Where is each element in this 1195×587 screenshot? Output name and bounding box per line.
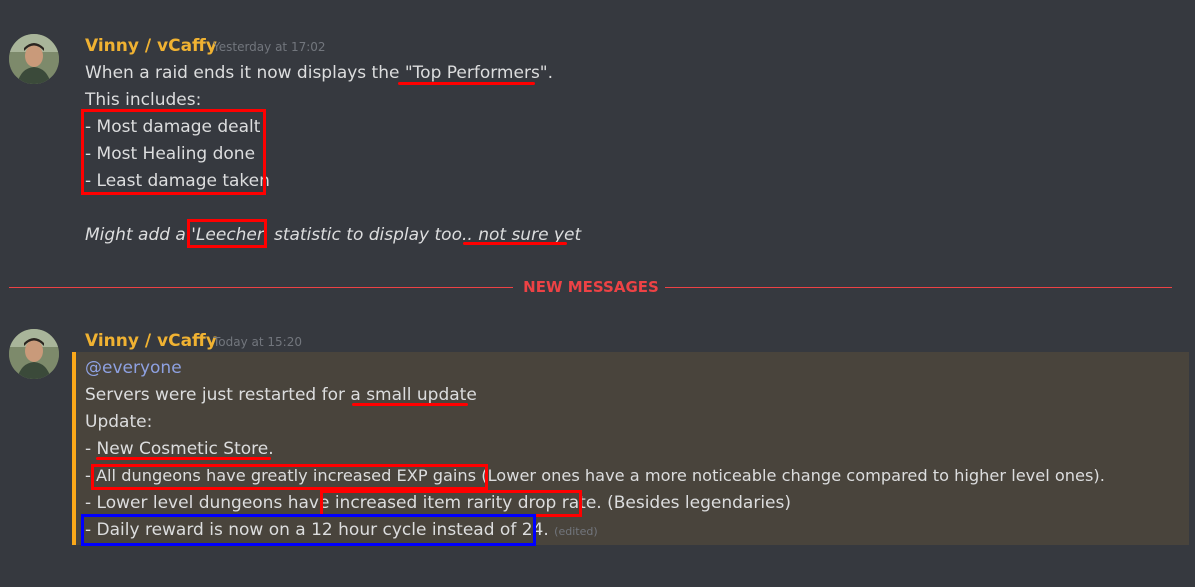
author-name[interactable]: Vinny / vCaffy <box>85 331 217 351</box>
message-line: - All dungeons have greatly increased EX… <box>85 466 1105 485</box>
message-line: - Most Healing done <box>85 144 256 164</box>
message-text: - Daily reward is now on a 12 hour cycle… <box>85 520 549 540</box>
everyone-mention[interactable]: @everyone <box>85 357 182 379</box>
message-line: This includes: <box>85 90 202 110</box>
message-line: - Daily reward is now on a 12 hour cycle… <box>85 519 598 543</box>
message-line: Servers were just restarted for a small … <box>85 385 477 405</box>
message-line: - Least damage taken <box>85 171 270 191</box>
new-messages-divider-right <box>665 287 1172 288</box>
new-messages-divider-left <box>9 287 513 288</box>
message-timestamp: Today at 15:20 <box>213 335 302 349</box>
edited-label: (edited) <box>554 525 598 538</box>
message-line: When a raid ends it now displays the "To… <box>85 63 554 83</box>
message-timestamp: Yesterday at 17:02 <box>213 40 326 54</box>
message-line: - New Cosmetic Store. <box>85 439 274 459</box>
message-line: Might add a 'Leecher' statistic to displ… <box>85 225 582 245</box>
message-line: - Lower level dungeons have increased it… <box>85 493 792 513</box>
avatar[interactable] <box>9 329 59 379</box>
author-name[interactable]: Vinny / vCaffy <box>85 36 217 56</box>
message-line: Update: <box>85 412 153 432</box>
avatar[interactable] <box>9 34 59 84</box>
message-line: - Most damage dealt <box>85 117 261 137</box>
new-messages-label: NEW MESSAGES <box>523 278 659 296</box>
